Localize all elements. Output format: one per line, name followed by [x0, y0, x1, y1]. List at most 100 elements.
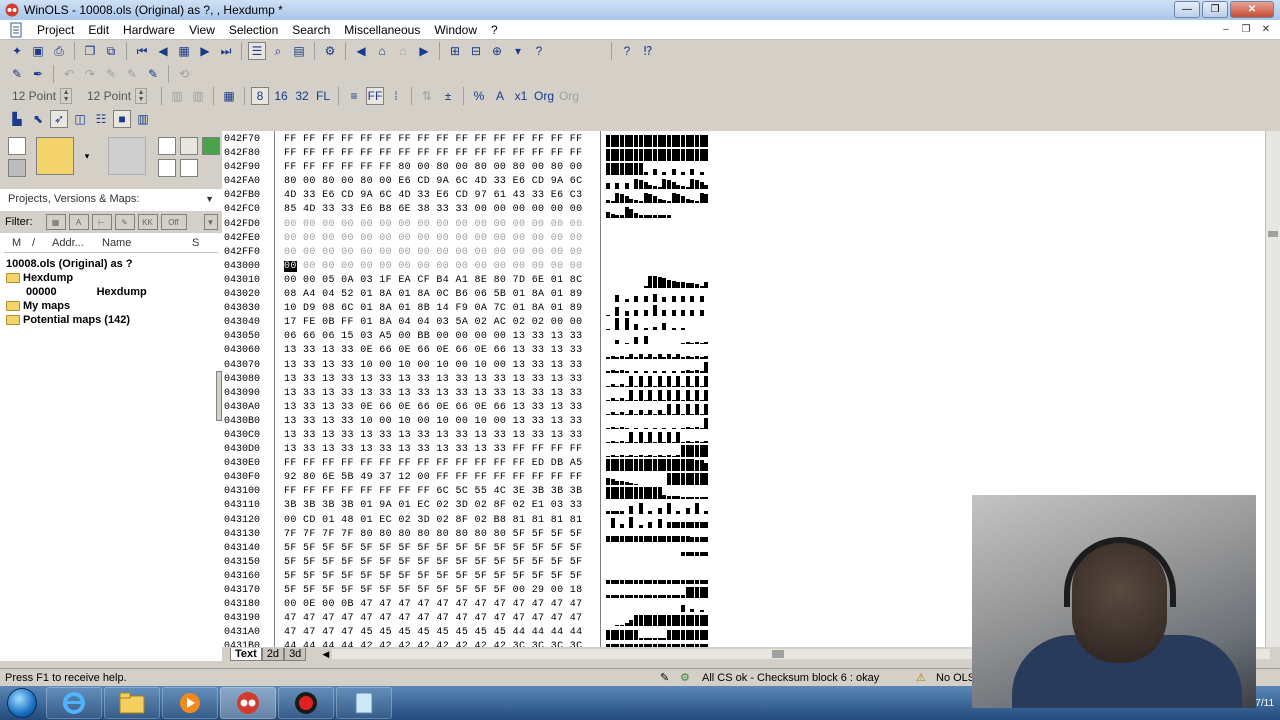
copy-icon[interactable]: ❐ — [81, 42, 99, 60]
menu-selection[interactable]: Selection — [222, 20, 285, 40]
hex-row[interactable]: 13 33 13 33 0E 66 0E 66 0E 66 0E 66 13 3… — [284, 401, 583, 415]
hex-row[interactable]: 13 33 13 33 13 33 13 33 13 33 13 33 FF F… — [284, 443, 583, 457]
original-button[interactable]: Org — [533, 87, 555, 105]
hex-row[interactable]: 13 33 13 33 13 33 13 33 13 33 13 33 13 3… — [284, 387, 583, 401]
hex-row[interactable]: 00 CD 01 48 01 EC 02 3D 02 8F 02 B8 81 8… — [284, 514, 583, 528]
hex-row[interactable]: FF FF FF FF FF FF FF FF FF FF FF FF FF F… — [284, 147, 583, 161]
document-icon[interactable] — [8, 22, 24, 38]
menu-project[interactable]: Project — [30, 20, 81, 40]
hex-row[interactable]: 5F 5F 5F 5F 5F 5F 5F 5F 5F 5F 5F 5F 00 2… — [284, 584, 583, 598]
hex-row[interactable]: 00 00 00 00 00 00 00 00 00 00 00 00 00 0… — [284, 260, 583, 274]
plugin-icon[interactable]: ⊕ — [488, 42, 506, 60]
scroll-thumb[interactable] — [1268, 231, 1278, 237]
col-sort[interactable]: / — [20, 237, 44, 252]
taskbar-media[interactable] — [162, 687, 218, 719]
hex-row[interactable]: FF FF FF FF FF FF 80 00 80 00 80 00 80 0… — [284, 161, 583, 175]
help-icon[interactable]: ? — [618, 42, 636, 60]
projects-dropdown[interactable]: Projects, Versions & Maps: ▼ — [4, 191, 218, 207]
taskbar-winols[interactable] — [220, 687, 276, 719]
prev-icon[interactable]: ◀ — [154, 42, 172, 60]
hex-bytes-column[interactable]: FF FF FF FF FF FF FF FF FF FF FF FF FF F… — [284, 133, 583, 647]
next-icon[interactable]: ▶ — [196, 42, 214, 60]
tab-text[interactable]: Text — [230, 647, 262, 661]
hex-row[interactable]: 47 47 47 47 45 45 45 45 45 45 45 45 44 4… — [284, 626, 583, 640]
tab-3d[interactable]: 3d — [284, 647, 307, 661]
mdi-close-button[interactable]: ✕ — [1258, 23, 1274, 37]
filter-kk-button[interactable]: KK — [137, 214, 158, 230]
home-icon[interactable]: ⌂ — [373, 42, 391, 60]
hex-row[interactable]: 3B 3B 3B 3B 01 9A 01 EC 02 3D 02 8F 02 E… — [284, 499, 583, 513]
open-folder-icon[interactable] — [36, 137, 74, 175]
new-icon[interactable] — [8, 137, 26, 155]
menu-window[interactable]: Window — [427, 20, 484, 40]
menu-help[interactable]: ? — [484, 20, 505, 40]
menu-miscellaneous[interactable]: Miscellaneous — [337, 20, 427, 40]
hex-row[interactable]: 47 47 47 47 47 47 47 47 47 47 47 47 47 4… — [284, 612, 583, 626]
list-icon[interactable]: ☷ — [92, 110, 110, 128]
forward-icon[interactable]: ▶ — [415, 42, 433, 60]
save-icon[interactable] — [8, 159, 26, 177]
gear-green-icon[interactable] — [202, 137, 220, 155]
export-list-icon[interactable] — [180, 159, 198, 177]
hex-row[interactable]: 80 00 80 00 80 00 E6 CD 9A 6C 4D 33 E6 C… — [284, 175, 583, 189]
taskbar-ie[interactable] — [46, 687, 102, 719]
wizard-icon[interactable]: ✦ — [8, 42, 26, 60]
percent-button[interactable]: % — [470, 87, 488, 105]
font-size-spin-1[interactable]: ▲ ▼ — [60, 88, 73, 104]
hex-ff-button[interactable]: FF — [366, 87, 384, 105]
decimal-icon[interactable]: ≡ — [345, 87, 363, 105]
hex-row[interactable]: FF FF FF FF FF FF FF FF 6C 5C 55 4C 3E 3… — [284, 485, 583, 499]
question-small-icon[interactable]: ? — [530, 42, 548, 60]
menu-hardware[interactable]: Hardware — [116, 20, 182, 40]
compare-icon[interactable]: ⧉ — [102, 42, 120, 60]
chip-icon[interactable]: ▣ — [29, 42, 47, 60]
filter-c-button[interactable]: ✎ — [114, 214, 135, 230]
col-m[interactable]: M — [4, 237, 21, 252]
minimize-button[interactable]: — — [1174, 1, 1200, 18]
hex-row[interactable]: 00 00 00 00 00 00 00 00 00 00 00 00 00 0… — [284, 218, 583, 232]
compare-file-icon[interactable] — [180, 137, 198, 155]
binary-icon[interactable]: ⁞ — [387, 87, 405, 105]
filter-b-button[interactable]: ⊢ — [91, 214, 112, 230]
hex-cursor[interactable]: 00 — [284, 260, 297, 272]
col-name[interactable]: Name — [88, 237, 192, 252]
chevron-down-icon[interactable]: ▾ — [509, 42, 527, 60]
tree-item[interactable]: 00000 Hexdump — [6, 285, 218, 299]
print-icon[interactable]: ⎙ — [50, 42, 68, 60]
hex-row[interactable]: 13 33 13 33 10 00 10 00 10 00 10 00 13 3… — [284, 415, 583, 429]
hex-grid-icon[interactable]: ▦ — [220, 87, 238, 105]
hex-row[interactable]: 00 00 05 0A 03 1F EA CF B4 A1 8E 80 7D 6… — [284, 274, 583, 288]
import-icon[interactable]: ⊞ — [446, 42, 464, 60]
col-addr[interactable]: Addr... — [44, 237, 88, 252]
export-icon[interactable]: ⊟ — [467, 42, 485, 60]
hex-row[interactable]: 17 FE 0B FF 01 8A 04 04 03 5A 02 AC 02 0… — [284, 316, 583, 330]
taskbar-notepad[interactable] — [336, 687, 392, 719]
export-file-icon[interactable] — [158, 159, 176, 177]
sign-icon[interactable]: ± — [439, 87, 457, 105]
grid-icon[interactable]: ▦ — [175, 42, 193, 60]
hex-row[interactable]: 00 00 00 00 00 00 00 00 00 00 00 00 00 0… — [284, 246, 583, 260]
hex-row[interactable]: 5F 5F 5F 5F 5F 5F 5F 5F 5F 5F 5F 5F 5F 5… — [284, 570, 583, 584]
hex-row[interactable]: 00 00 00 00 00 00 00 00 00 00 00 00 00 0… — [284, 232, 583, 246]
zoom-icon[interactable]: ⌕ — [269, 42, 287, 60]
bit32-button[interactable]: 32 — [293, 87, 311, 105]
tool-color-icon[interactable]: ✎ — [144, 65, 162, 83]
tab-2d[interactable]: 2d — [261, 647, 285, 661]
taskbar-explorer[interactable] — [104, 687, 160, 719]
pointer-icon[interactable]: ➶ — [50, 110, 68, 128]
scroll-left-icon[interactable]: ◀ — [322, 649, 332, 660]
columns-icon[interactable]: ▥ — [134, 110, 152, 128]
mdi-restore-button[interactable]: ❐ — [1238, 23, 1254, 37]
tree-item[interactable]: Potential maps (142) — [6, 313, 218, 327]
context-help-icon[interactable]: ⁉ — [639, 42, 657, 60]
start-button[interactable] — [0, 686, 44, 720]
hex-row[interactable]: 13 33 13 33 13 33 13 33 13 33 13 33 13 3… — [284, 373, 583, 387]
tree-item[interactable]: Hexdump — [6, 271, 218, 285]
font-size-select-2[interactable]: 12 Point ▲ ▼ — [83, 87, 155, 105]
mdi-minimize-button[interactable]: – — [1218, 23, 1234, 37]
hex-row[interactable]: 7F 7F 7F 7F 80 80 80 80 80 80 80 80 5F 5… — [284, 528, 583, 542]
hex-row[interactable]: 13 33 13 33 10 00 10 00 10 00 10 00 13 3… — [284, 359, 583, 373]
font-size-spin-2[interactable]: ▲ ▼ — [135, 88, 148, 104]
import-file-icon[interactable] — [158, 137, 176, 155]
hex-row[interactable]: 92 80 6E 5B 49 37 12 00 FF FF FF FF FF F… — [284, 471, 583, 485]
